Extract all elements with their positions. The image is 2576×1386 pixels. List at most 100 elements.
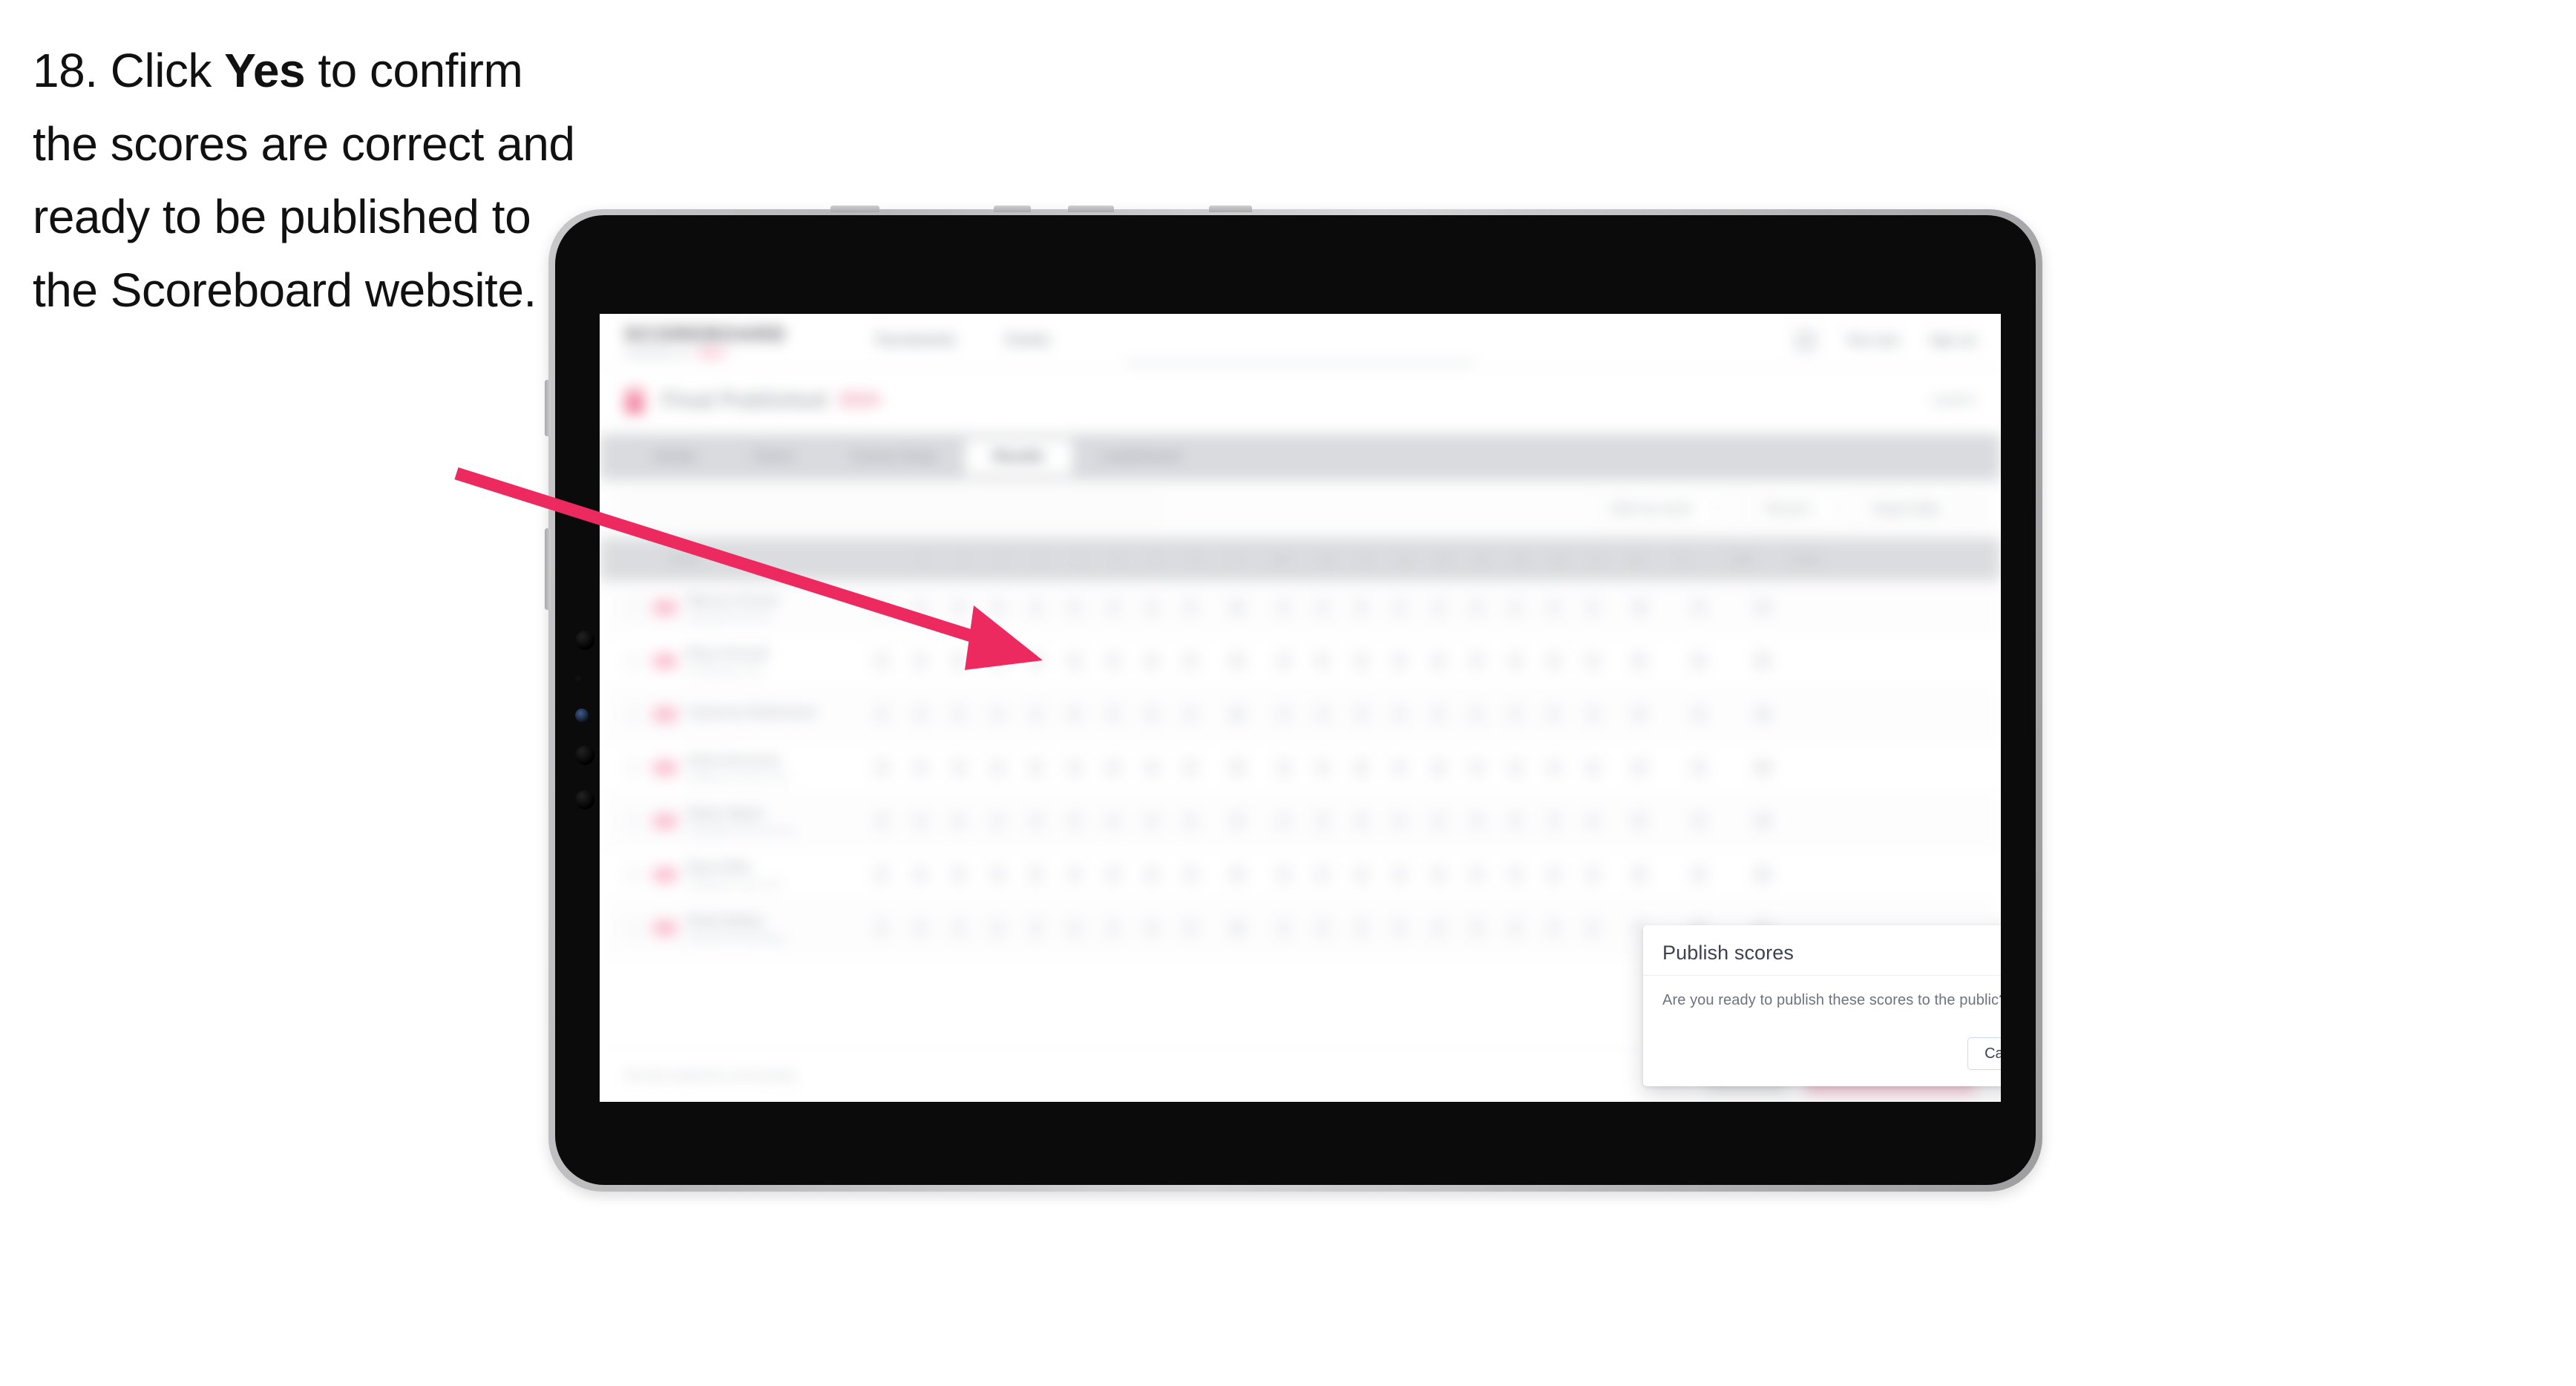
table-cell-in[interactable]: 37 [1612, 756, 1667, 779]
table-cell-hole-15[interactable]: 3 [1458, 596, 1496, 619]
table-cell-hole-13[interactable]: 4 [1380, 703, 1419, 726]
export-data-link[interactable]: Export data [1874, 502, 1938, 516]
table-row[interactable]: Rhys Parnell Kingsbridge Links 5 4 3 4 5 4 3 4 5 37… [600, 634, 2001, 688]
table-cell-hole-2[interactable]: 4 [901, 649, 940, 672]
table-cell-hole-15[interactable]: 4 [1458, 916, 1496, 939]
table-cell-total[interactable]: 73 [1667, 703, 1731, 726]
table-cell-hole-13[interactable]: 4 [1380, 756, 1419, 779]
table-cell-hole-8[interactable]: 4 [1133, 809, 1171, 832]
table-cell-hole-18[interactable]: 4 [1573, 809, 1612, 832]
table-cell-hole-3[interactable]: 4 [940, 809, 978, 832]
table-cell-hole-5[interactable]: 5 [1017, 649, 1055, 672]
table-cell-hole-10[interactable]: 5 [1265, 703, 1303, 726]
table-cell-hole-9[interactable]: 4 [1171, 703, 1210, 726]
table-cell-hole-8[interactable]: 5 [1133, 863, 1171, 886]
table-cell-hole-11[interactable]: 3 [1303, 596, 1342, 619]
table-cell-hole-11[interactable]: 4 [1303, 863, 1342, 886]
table-cell-hole-5[interactable]: 4 [1017, 916, 1055, 939]
tab-leaderboard[interactable]: Leaderboard [1072, 434, 1209, 480]
table-cell-hole-16[interactable]: 4 [1496, 649, 1535, 672]
table-cell-hole-13[interactable]: 4 [1380, 596, 1419, 619]
table-cell-hole-12[interactable]: 4 [1342, 863, 1380, 886]
table-cell-hole-13[interactable]: 4 [1380, 916, 1419, 939]
table-row[interactable]: Seán Donovan Ballybane Country Club 4 5 4 3 4 4… [600, 741, 2001, 795]
table-cell-hole-10[interactable]: 4 [1265, 809, 1303, 832]
table-cell-hole-16[interactable]: 4 [1496, 863, 1535, 886]
table-cell-points[interactable]: 108 [1731, 756, 1795, 779]
table-cell-hole-10[interactable]: 4 [1265, 863, 1303, 886]
table-cell-hole-4[interactable]: 4 [978, 649, 1017, 672]
table-cell-hole-13[interactable]: 5 [1380, 863, 1419, 886]
table-cell-hole-17[interactable]: 4 [1535, 756, 1573, 779]
table-cell-hole-11[interactable]: 4 [1303, 916, 1342, 939]
table-cell-hole-6[interactable]: 4 [1055, 756, 1094, 779]
table-cell-hole-2[interactable]: 5 [901, 596, 940, 619]
table-cell-hole-17[interactable]: 4 [1535, 916, 1573, 939]
table-cell-hole-7[interactable]: 3 [1094, 649, 1133, 672]
table-cell-hole-5[interactable]: 4 [1017, 863, 1055, 886]
table-cell-hole-17[interactable]: 4 [1535, 703, 1573, 726]
table-cell-hole-14[interactable]: 3 [1419, 756, 1458, 779]
table-cell-points[interactable]: 120 [1731, 596, 1795, 619]
table-cell-hole-4[interactable]: 4 [978, 863, 1017, 886]
table-cell-hole-14[interactable]: 4 [1419, 809, 1458, 832]
nav-user-name[interactable]: Test User [1846, 333, 1900, 348]
table-cell-hole-18[interactable]: 4 [1573, 916, 1612, 939]
table-cell-hole-15[interactable]: 3 [1458, 809, 1496, 832]
table-cell-in[interactable]: 36 [1612, 596, 1667, 619]
table-cell-hole-5[interactable]: 4 [1017, 703, 1055, 726]
table-cell-hole-17[interactable]: 4 [1535, 596, 1573, 619]
table-cell-total[interactable]: 74 [1667, 756, 1731, 779]
table-cell-hole-5[interactable]: 4 [1017, 756, 1055, 779]
table-cell-hole-11[interactable]: 4 [1303, 756, 1342, 779]
table-cell-hole-1[interactable]: 4 [862, 703, 901, 726]
settings-icon[interactable] [1955, 499, 1976, 519]
table-cell-total[interactable]: 74 [1667, 649, 1731, 672]
tab-course-setup[interactable]: Course Setup [822, 434, 965, 480]
table-cell-hole-11[interactable]: 4 [1303, 703, 1342, 726]
table-cell-hole-5[interactable]: 3 [1017, 809, 1055, 832]
table-cell-out[interactable]: 37 [1210, 809, 1265, 832]
table-cell-hole-15[interactable]: 4 [1458, 703, 1496, 726]
table-cell-hole-18[interactable]: 4 [1573, 596, 1612, 619]
table-cell-hole-14[interactable]: 5 [1419, 916, 1458, 939]
table-cell-hole-11[interactable]: 5 [1303, 809, 1342, 832]
table-cell-hole-10[interactable]: 4 [1265, 916, 1303, 939]
table-row[interactable]: Oliver Ward Northfield Park Golf Club 5 4 4 4… [600, 795, 2001, 848]
row-checkbox[interactable] [625, 598, 643, 617]
table-cell-hole-6[interactable]: 5 [1055, 809, 1094, 832]
table-cell-hole-9[interactable]: 4 [1171, 809, 1210, 832]
table-cell-hole-1[interactable]: 4 [862, 756, 901, 779]
row-checkbox[interactable] [625, 758, 643, 777]
table-cell-hole-12[interactable]: 5 [1342, 756, 1380, 779]
table-cell-hole-6[interactable]: 4 [1055, 863, 1094, 886]
table-cell-hole-14[interactable]: 4 [1419, 703, 1458, 726]
table-cell-in[interactable]: 37 [1612, 863, 1667, 886]
table-cell-hole-8[interactable]: 4 [1133, 596, 1171, 619]
table-cell-hole-9[interactable]: 5 [1171, 649, 1210, 672]
table-cell-hole-2[interactable]: 5 [901, 756, 940, 779]
table-cell-hole-15[interactable]: 4 [1458, 649, 1496, 672]
table-cell-hole-7[interactable]: 4 [1094, 916, 1133, 939]
table-row[interactable]: Ryan Ellis Heathgrove Golf Links 4 4 5 4 4 4 3 5 4… [600, 848, 2001, 901]
table-cell-hole-3[interactable]: 3 [940, 596, 978, 619]
row-checkbox[interactable] [625, 705, 643, 723]
table-cell-hole-12[interactable]: 4 [1342, 809, 1380, 832]
table-cell-hole-16[interactable]: 4 [1496, 916, 1535, 939]
table-cell-points[interactable]: 105 [1731, 809, 1795, 832]
table-cell-hole-13[interactable]: 4 [1380, 809, 1419, 832]
table-cell-hole-16[interactable]: 5 [1496, 596, 1535, 619]
nav-link-events[interactable]: Events [1006, 332, 1049, 349]
table-cell-hole-6[interactable]: 4 [1055, 649, 1094, 672]
table-cell-hole-11[interactable]: 4 [1303, 649, 1342, 672]
tab-results[interactable]: Results [965, 439, 1072, 475]
filter-select-round-type[interactable]: Filter by round ▼ [1596, 493, 1735, 525]
row-checkbox[interactable] [625, 651, 643, 670]
table-cell-hole-17[interactable]: 5 [1535, 809, 1573, 832]
table-cell-out[interactable]: 36 [1210, 703, 1265, 726]
table-cell-total[interactable]: 72 [1667, 596, 1731, 619]
table-cell-hole-13[interactable]: 5 [1380, 649, 1419, 672]
avatar[interactable] [1794, 329, 1817, 352]
table-cell-hole-14[interactable]: 3 [1419, 649, 1458, 672]
table-cell-hole-10[interactable]: 4 [1265, 649, 1303, 672]
